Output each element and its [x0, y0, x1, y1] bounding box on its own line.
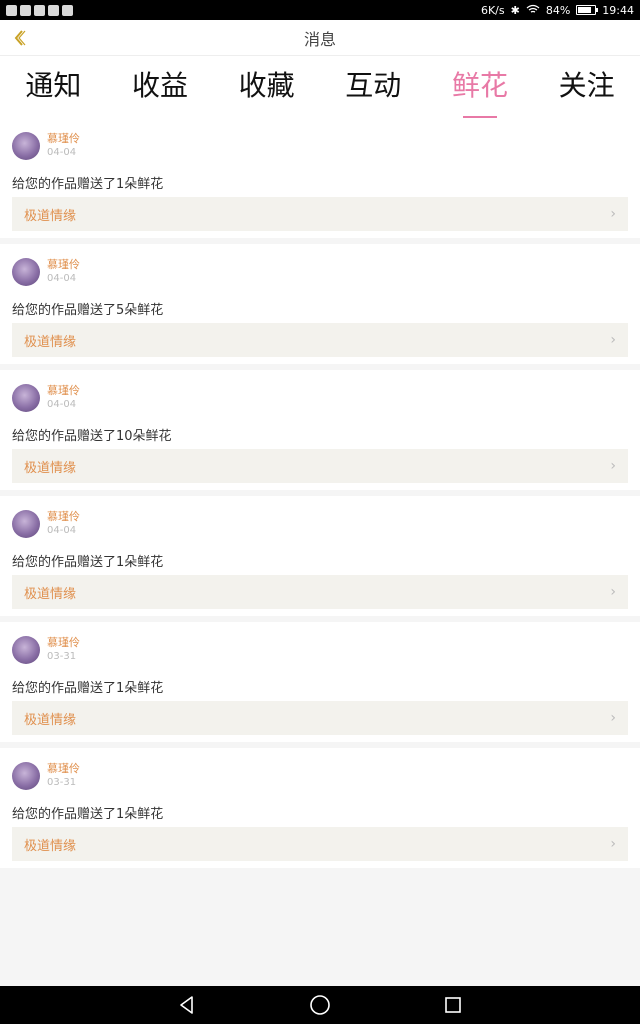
work-link[interactable]: 极道情缘 ›	[12, 701, 628, 735]
work-link[interactable]: 极道情缘 ›	[12, 197, 628, 231]
work-title: 极道情缘	[24, 586, 77, 602]
notification-icon	[34, 4, 45, 16]
message-date: 04-04	[47, 399, 77, 410]
chevron-left-icon	[14, 30, 26, 46]
username[interactable]: 慕瑾伶	[47, 762, 80, 776]
tab-bar: 通知 收益 收藏 互动 鲜花 关注	[0, 56, 640, 118]
message-date: 04-04	[47, 147, 77, 158]
tab-following[interactable]: 关注	[542, 64, 632, 110]
network-speed: 6K/s	[480, 3, 505, 17]
message-text: 给您的作品赠送了1朵鲜花	[12, 177, 164, 192]
username[interactable]: 慕瑾伶	[47, 510, 80, 524]
work-link[interactable]: 极道情缘 ›	[12, 449, 628, 483]
list-item: 慕瑾伶 03-31 给您的作品赠送了1朵鲜花 极道情缘 ›	[0, 748, 640, 868]
tab-flowers[interactable]: 鲜花	[435, 64, 525, 110]
nav-back-button[interactable]	[173, 991, 201, 1019]
notification-icon	[20, 4, 31, 16]
avatar[interactable]	[12, 636, 40, 664]
notification-icons	[6, 4, 73, 16]
tab-earnings[interactable]: 收益	[115, 64, 205, 110]
chevron-right-icon: ›	[610, 710, 616, 726]
work-link[interactable]: 极道情缘 ›	[12, 827, 628, 861]
work-title: 极道情缘	[24, 712, 77, 728]
username[interactable]: 慕瑾伶	[47, 258, 80, 272]
tab-favorites[interactable]: 收藏	[222, 64, 312, 110]
message-list: 慕瑾伶 04-04 给您的作品赠送了1朵鲜花 极道情缘 › 慕瑾伶 04-04 …	[0, 118, 640, 874]
list-item: 慕瑾伶 04-04 给您的作品赠送了1朵鲜花 极道情缘 ›	[0, 496, 640, 616]
tab-notifications[interactable]: 通知	[8, 64, 98, 110]
avatar[interactable]	[12, 384, 40, 412]
message-text: 给您的作品赠送了5朵鲜花	[12, 303, 164, 318]
work-title: 极道情缘	[24, 460, 77, 476]
nav-recent-button[interactable]	[439, 991, 467, 1019]
back-button[interactable]	[6, 24, 34, 52]
avatar[interactable]	[12, 258, 40, 286]
notification-icon	[6, 4, 17, 16]
message-text: 给您的作品赠送了1朵鲜花	[12, 555, 164, 570]
chevron-right-icon: ›	[610, 206, 616, 222]
username[interactable]: 慕瑾伶	[47, 384, 80, 398]
message-date: 03-31	[47, 777, 77, 788]
chevron-right-icon: ›	[610, 584, 616, 600]
nav-home-button[interactable]	[306, 991, 334, 1019]
message-date: 03-31	[47, 651, 77, 662]
avatar[interactable]	[12, 762, 40, 790]
page-title: 消息	[303, 29, 336, 49]
avatar[interactable]	[12, 132, 40, 160]
app-header: 消息	[0, 20, 640, 56]
notification-icon	[62, 4, 73, 16]
wifi-icon	[526, 4, 540, 17]
work-link[interactable]: 极道情缘 ›	[12, 575, 628, 609]
chevron-right-icon: ›	[610, 458, 616, 474]
circle-home-icon	[310, 995, 330, 1015]
message-text: 给您的作品赠送了1朵鲜花	[12, 681, 164, 696]
list-item: 慕瑾伶 03-31 给您的作品赠送了1朵鲜花 极道情缘 ›	[0, 622, 640, 742]
bluetooth-icon: ✱	[510, 3, 520, 17]
notification-icon	[48, 4, 59, 16]
status-bar: 6K/s ✱ 84% 19:44	[0, 0, 640, 20]
battery-percent: 84%	[545, 3, 571, 17]
work-title: 极道情缘	[24, 838, 77, 854]
username[interactable]: 慕瑾伶	[47, 636, 80, 650]
clock: 19:44	[602, 3, 634, 17]
message-text: 给您的作品赠送了1朵鲜花	[12, 807, 164, 822]
battery-icon	[576, 5, 599, 15]
work-link[interactable]: 极道情缘 ›	[12, 323, 628, 357]
tab-interactions[interactable]: 互动	[328, 64, 418, 110]
message-date: 04-04	[47, 273, 77, 284]
list-item: 慕瑾伶 04-04 给您的作品赠送了5朵鲜花 极道情缘 ›	[0, 244, 640, 364]
work-title: 极道情缘	[24, 334, 77, 350]
system-nav-bar	[0, 986, 640, 1024]
work-title: 极道情缘	[24, 208, 77, 224]
list-item: 慕瑾伶 04-04 给您的作品赠送了1朵鲜花 极道情缘 ›	[0, 118, 640, 238]
square-recent-icon	[445, 997, 462, 1013]
avatar[interactable]	[12, 510, 40, 538]
message-text: 给您的作品赠送了10朵鲜花	[12, 429, 172, 444]
chevron-right-icon: ›	[610, 836, 616, 852]
triangle-back-icon	[179, 996, 193, 1014]
message-date: 04-04	[47, 525, 77, 536]
chevron-right-icon: ›	[610, 332, 616, 348]
username[interactable]: 慕瑾伶	[47, 132, 80, 146]
list-item: 慕瑾伶 04-04 给您的作品赠送了10朵鲜花 极道情缘 ›	[0, 370, 640, 490]
